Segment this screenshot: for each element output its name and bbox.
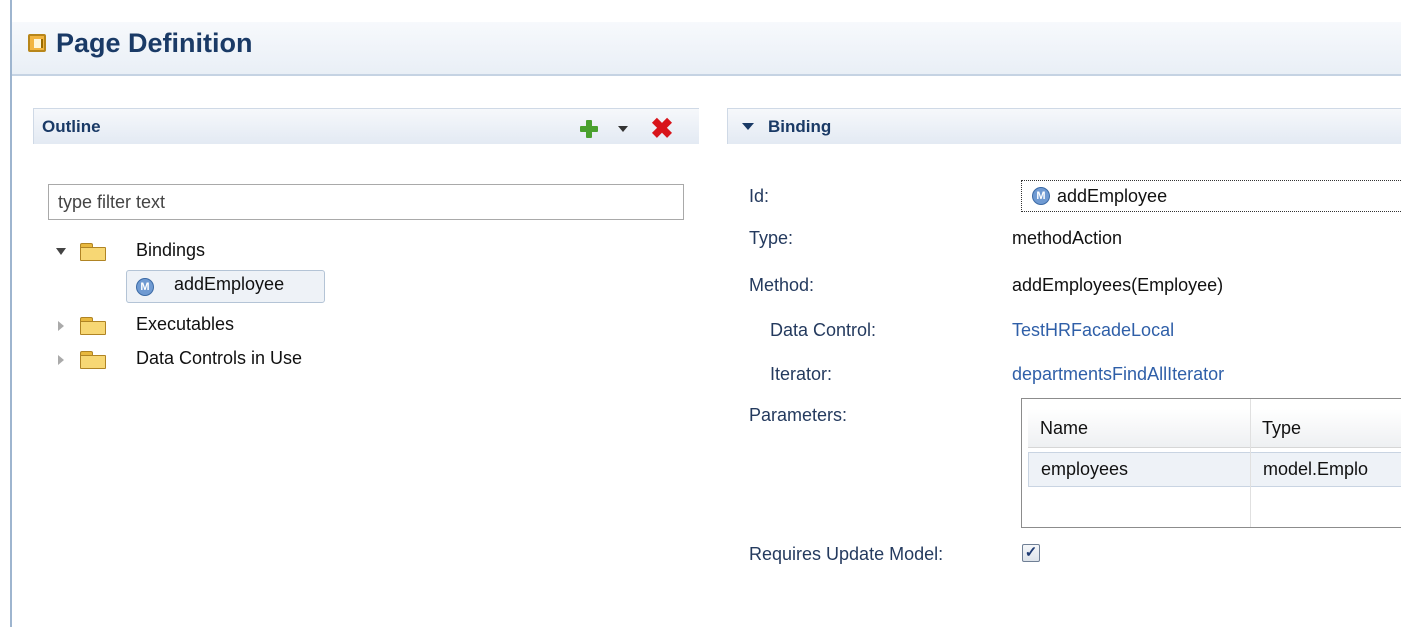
- binding-section-header[interactable]: Binding: [727, 108, 1401, 144]
- iterator-link[interactable]: departmentsFindAllIterator: [1012, 364, 1224, 385]
- collapse-arrow-icon[interactable]: [742, 123, 754, 130]
- add-employee-label: addEmployee: [174, 274, 285, 294]
- tree-item-executables[interactable]: Executables: [56, 311, 356, 341]
- delete-icon[interactable]: ✖: [648, 115, 676, 143]
- parameters-label: Parameters:: [749, 405, 848, 425]
- editor-left-border: [10, 0, 12, 627]
- column-divider: [1250, 399, 1251, 527]
- table-row[interactable]: employees model.Emplo: [1028, 452, 1401, 487]
- page-header: Page Definition: [12, 22, 1401, 76]
- tree-item-bindings[interactable]: Bindings: [56, 237, 356, 267]
- param-type-cell[interactable]: model.Emplo: [1263, 459, 1368, 480]
- method-action-icon: M: [1032, 187, 1050, 205]
- param-name-cell[interactable]: employees: [1041, 459, 1128, 480]
- folder-open-icon: [80, 317, 106, 335]
- type-label: Type:: [749, 228, 794, 248]
- page-definition-icon: [28, 34, 46, 52]
- column-header-type[interactable]: Type: [1262, 418, 1301, 439]
- table-header-row: Name Type: [1028, 409, 1401, 448]
- parameters-table[interactable]: Name Type employees model.Emplo: [1021, 398, 1401, 528]
- add-icon[interactable]: [579, 119, 599, 139]
- filter-input[interactable]: [48, 184, 684, 220]
- tree-item-label: Data Controls in Use: [136, 348, 303, 368]
- tree-item-label: Bindings: [136, 240, 206, 260]
- id-field[interactable]: M addEmployee: [1021, 180, 1401, 212]
- expanded-arrow-icon[interactable]: [56, 248, 66, 255]
- requires-update-checkbox[interactable]: ✓: [1022, 544, 1040, 562]
- add-dropdown-icon[interactable]: [618, 126, 628, 132]
- column-header-name[interactable]: Name: [1040, 418, 1088, 439]
- method-action-icon: M: [136, 278, 154, 296]
- iterator-label: Iterator:: [770, 364, 833, 384]
- type-value: methodAction: [1012, 228, 1123, 248]
- page-title: Page Definition: [56, 28, 253, 58]
- outline-title: Outline: [42, 117, 101, 136]
- id-label: Id:: [749, 186, 770, 206]
- collapsed-arrow-icon[interactable]: [58, 321, 64, 331]
- outline-section-header: Outline ✖: [33, 108, 699, 144]
- method-label: Method:: [749, 275, 815, 295]
- tree-item-label: Executables: [136, 314, 235, 334]
- folder-open-icon: [80, 351, 106, 369]
- binding-title: Binding: [768, 117, 832, 136]
- collapsed-arrow-icon[interactable]: [58, 355, 64, 365]
- folder-open-icon: [80, 243, 106, 261]
- requires-update-label: Requires Update Model:: [749, 544, 944, 564]
- data-control-label: Data Control:: [770, 320, 877, 340]
- id-value: addEmployee: [1057, 186, 1168, 206]
- method-value: addEmployees(Employee): [1012, 275, 1224, 295]
- data-control-link[interactable]: TestHRFacadeLocal: [1012, 320, 1174, 341]
- tree-item-data-controls[interactable]: Data Controls in Use: [56, 345, 396, 375]
